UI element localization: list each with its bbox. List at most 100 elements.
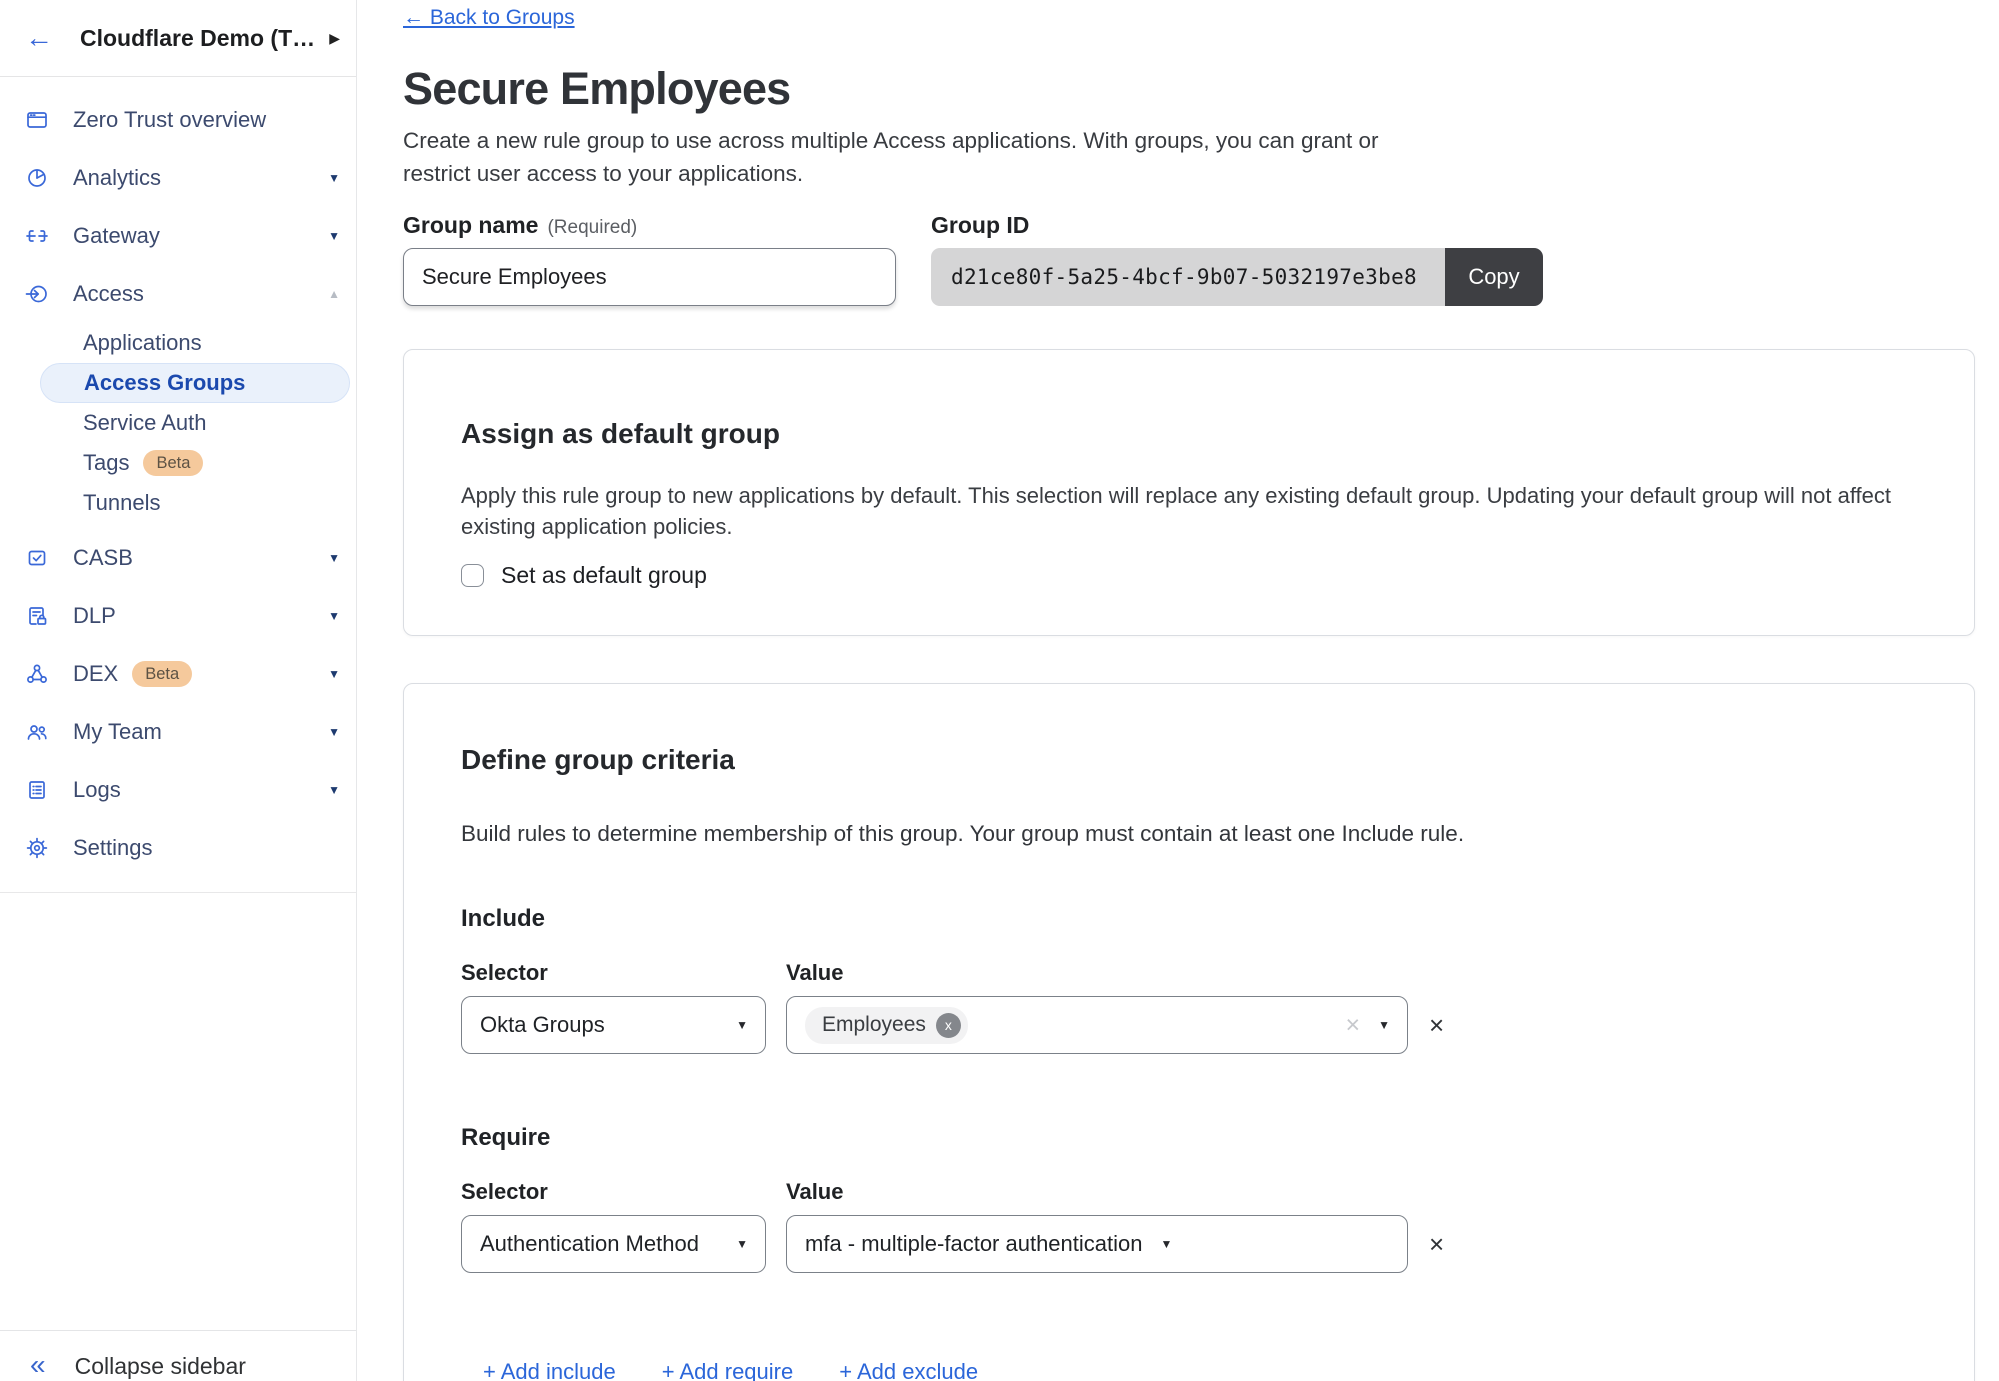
access-arrow-icon [25, 282, 49, 306]
sidebar-item-label: Applications [83, 330, 202, 356]
sidebar-item-label: Access Groups [84, 370, 245, 396]
sidebar-header: ← Cloudflare Demo (T… ▶ [0, 0, 356, 77]
chevron-down-icon: ▼ [736, 1237, 748, 1251]
require-selector-value: Authentication Method [480, 1231, 699, 1257]
require-value-label: Value [786, 1179, 843, 1205]
sidebar-item-label: Settings [73, 835, 153, 861]
page-description: Create a new rule group to use across mu… [403, 124, 1393, 190]
require-heading: Require [461, 1124, 1917, 1152]
assign-default-group-card: Assign as default group Apply this rule … [403, 349, 1975, 636]
chevron-down-icon[interactable]: ▼ [328, 667, 340, 681]
sidebar-item-label: Access [73, 281, 144, 307]
chevron-down-icon[interactable]: ▼ [328, 229, 340, 243]
sidebar-item-label: Service Auth [83, 410, 207, 436]
gateway-icon [25, 224, 49, 248]
sidebar-item-applications[interactable]: Applications [0, 323, 356, 363]
chevron-down-icon: ▼ [1161, 1237, 1173, 1251]
sidebar-item-casb[interactable]: CASB ▼ [0, 529, 356, 587]
include-rule-row: Okta Groups ▼ Employees x × ▼ × [461, 996, 1917, 1054]
set-default-checkbox-label: Set as default group [501, 562, 707, 589]
require-rule-remove-button[interactable]: × [1429, 1231, 1444, 1257]
default-card-heading: Assign as default group [461, 418, 1917, 450]
dex-network-icon [25, 662, 49, 686]
group-id-value: d21ce80f-5a25-4bcf-9b07-5032197e3be8 [931, 248, 1445, 306]
sidebar-item-tunnels[interactable]: Tunnels [0, 483, 356, 523]
dlp-document-lock-icon [25, 604, 49, 628]
main-content: ← Back to Groups Secure Employees Create… [357, 0, 1999, 1381]
criteria-card-heading: Define group criteria [461, 744, 1917, 776]
sidebar-item-dlp[interactable]: DLP ▼ [0, 587, 356, 645]
sidebar: ← Cloudflare Demo (T… ▶ Zero Trust overv… [0, 0, 357, 1381]
sidebar-item-zero-trust-overview[interactable]: Zero Trust overview [0, 91, 356, 149]
add-exclude-link[interactable]: + Add exclude [839, 1359, 978, 1381]
employees-chip: Employees x [805, 1007, 968, 1044]
include-rule-remove-button[interactable]: × [1429, 1012, 1444, 1038]
back-arrow-icon[interactable]: ← [25, 24, 53, 52]
collapse-sidebar-label[interactable]: Collapse sidebar [75, 1354, 246, 1379]
include-selector-label: Selector [461, 960, 786, 986]
require-value-dropdown[interactable]: mfa - multiple-factor authentication ▼ [786, 1215, 1408, 1273]
group-name-input[interactable] [403, 248, 896, 306]
sidebar-item-label: Zero Trust overview [73, 107, 266, 133]
chevron-down-icon: ▼ [736, 1018, 748, 1032]
group-name-label: Group name [403, 212, 538, 239]
overview-window-icon [25, 108, 49, 132]
set-default-checkbox[interactable] [461, 564, 484, 587]
include-heading: Include [461, 905, 1917, 933]
chip-remove-icon[interactable]: x [936, 1013, 961, 1038]
sidebar-item-access[interactable]: Access ▲ [0, 265, 356, 323]
include-selector-dropdown[interactable]: Okta Groups ▼ [461, 996, 766, 1054]
chevron-down-icon[interactable]: ▼ [328, 171, 340, 185]
include-value-dropdown[interactable]: Employees x × ▼ [786, 996, 1408, 1054]
sidebar-item-analytics[interactable]: Analytics ▼ [0, 149, 356, 207]
sidebar-item-label: My Team [73, 719, 162, 745]
sidebar-item-settings[interactable]: Settings [0, 819, 356, 877]
required-hint: (Required) [547, 217, 637, 239]
app-root: ← Cloudflare Demo (T… ▶ Zero Trust overv… [0, 0, 1999, 1381]
include-selector-value: Okta Groups [480, 1012, 605, 1038]
page-title: Secure Employees [403, 64, 1975, 114]
sidebar-item-label: DLP [73, 603, 116, 629]
sidebar-item-access-groups[interactable]: Access Groups [40, 363, 350, 403]
define-group-criteria-card: Define group criteria Build rules to det… [403, 683, 1975, 1381]
beta-badge: Beta [143, 450, 203, 476]
require-value-text: mfa - multiple-factor authentication [805, 1231, 1143, 1257]
settings-gear-icon [25, 836, 49, 860]
chip-label: Employees [822, 1013, 926, 1037]
sidebar-item-gateway[interactable]: Gateway ▼ [0, 207, 356, 265]
copy-button[interactable]: Copy [1445, 248, 1543, 306]
criteria-card-description: Build rules to determine membership of t… [461, 818, 1917, 850]
require-selector-dropdown[interactable]: Authentication Method ▼ [461, 1215, 766, 1273]
chevron-down-icon[interactable]: ▼ [328, 725, 340, 739]
group-name-id-row: Group name (Required) Group ID d21ce80f-… [403, 212, 1975, 306]
sidebar-footer[interactable]: « Collapse sidebar [0, 1330, 356, 1381]
chevron-down-icon[interactable]: ▼ [328, 551, 340, 565]
sidebar-item-logs[interactable]: Logs ▼ [0, 761, 356, 819]
sidebar-item-dex[interactable]: DEX Beta ▼ [0, 645, 356, 703]
beta-badge: Beta [132, 661, 192, 687]
account-title[interactable]: Cloudflare Demo (T… [80, 25, 321, 52]
include-value-label: Value [786, 960, 843, 986]
sidebar-divider [0, 892, 356, 893]
add-require-link[interactable]: + Add require [662, 1359, 793, 1381]
clear-value-icon[interactable]: × [1346, 1013, 1361, 1038]
add-include-link[interactable]: + Add include [483, 1359, 616, 1381]
chevron-down-icon[interactable]: ▼ [328, 609, 340, 623]
collapse-chevrons-icon[interactable]: « [30, 1351, 46, 1379]
chevron-down-icon[interactable]: ▼ [328, 783, 340, 797]
sidebar-item-label: Logs [73, 777, 121, 803]
chevron-up-icon[interactable]: ▲ [328, 287, 340, 301]
sidebar-item-service-auth[interactable]: Service Auth [0, 403, 356, 443]
require-rule-row: Authentication Method ▼ mfa - multiple-f… [461, 1215, 1917, 1273]
casb-icon [25, 546, 49, 570]
sidebar-item-label: CASB [73, 545, 133, 571]
add-rule-links: + Add include + Add require + Add exclud… [483, 1359, 1917, 1381]
account-expand-icon[interactable]: ▶ [329, 30, 340, 47]
my-team-people-icon [25, 720, 49, 744]
logs-list-icon [25, 778, 49, 802]
sidebar-nav: Zero Trust overview Analytics ▼ Gateway … [0, 77, 356, 893]
sidebar-item-label: Tunnels [83, 490, 160, 516]
back-to-groups-link[interactable]: ← Back to Groups [403, 6, 575, 30]
sidebar-item-my-team[interactable]: My Team ▼ [0, 703, 356, 761]
sidebar-item-tags[interactable]: Tags Beta [0, 443, 356, 483]
